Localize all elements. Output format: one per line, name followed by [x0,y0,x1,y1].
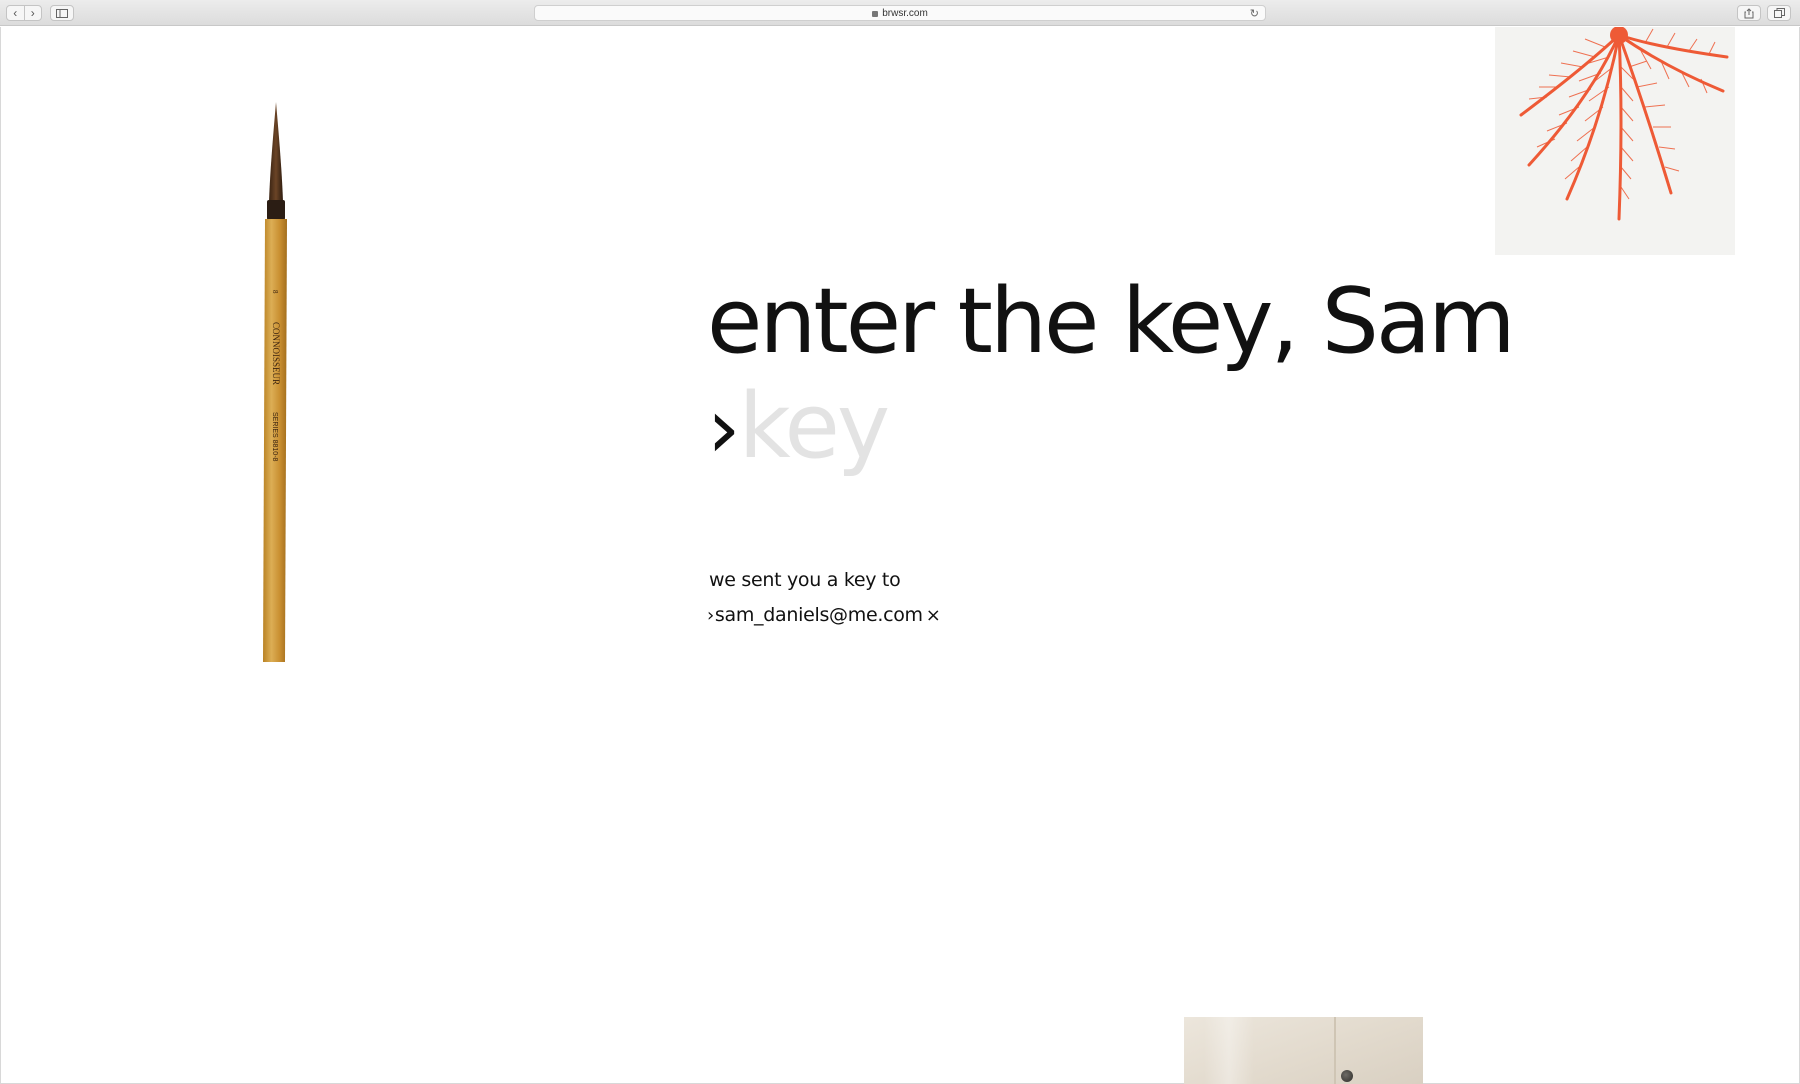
svg-text:8: 8 [271,290,279,294]
key-entry-panel: enter the key, Sam › we sent you a key t… [707,269,1516,627]
sent-message: we sent you a key to [709,569,901,591]
tabs-icon [1773,8,1785,18]
shirt-photo [1184,1017,1423,1084]
prompt-chevron-icon: › [707,379,741,477]
navigation-buttons: ‹ › [6,5,42,21]
email-address: sam_daniels@me.com [714,604,923,626]
address-url: brwsr.com [882,7,928,19]
forward-button[interactable]: › [23,6,42,20]
key-input[interactable] [738,374,1099,479]
shirt-button-detail [1341,1070,1353,1082]
svg-text:CONNOISSEUR: CONNOISSEUR [271,322,281,385]
artwork-poster [1495,27,1735,255]
share-button[interactable] [1737,5,1761,21]
page-content: CONNOISSEUR SERIES 8810-8 8 enter the ke… [0,27,1800,1084]
lock-icon [872,11,879,17]
reload-button[interactable]: ↻ [1250,7,1259,20]
back-button[interactable]: ‹ [7,6,24,20]
email-row: › sam_daniels@me.com × [707,604,941,626]
page-title: enter the key, Sam [707,269,1516,374]
browser-toolbar: ‹ › brwsr.com ↻ [0,0,1800,26]
email-chevron-icon: › [707,604,714,626]
svg-text:SERIES 8810-8: SERIES 8810-8 [271,412,278,462]
key-input-row: › [707,374,1099,479]
clear-email-button[interactable]: × [926,605,941,626]
paint-brush-image: CONNOISSEUR SERIES 8810-8 8 [263,102,287,662]
tabs-overview-button[interactable] [1767,5,1791,21]
share-icon [1744,7,1754,18]
feather-star-illustration [1519,27,1729,221]
sidebar-toggle-button[interactable] [50,5,74,21]
address-bar[interactable]: brwsr.com ↻ [534,5,1266,21]
sidebar-icon [56,8,68,18]
